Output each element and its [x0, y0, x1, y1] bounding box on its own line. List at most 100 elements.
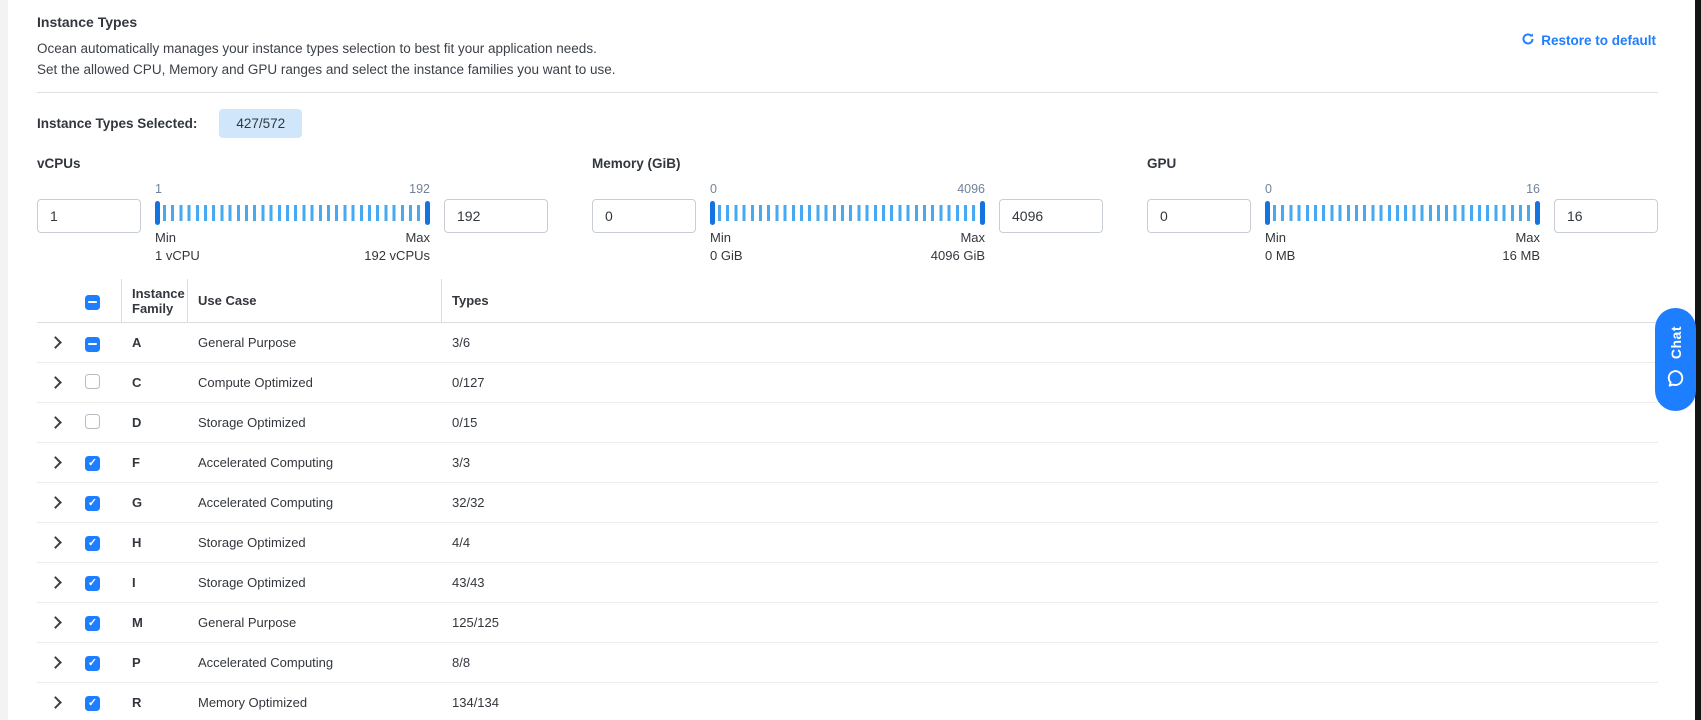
instance-family-value: I: [121, 575, 187, 590]
gpu-max-input[interactable]: [1554, 199, 1658, 233]
memory-min-input[interactable]: [592, 199, 696, 233]
memory-label: Memory (GiB): [592, 156, 1103, 172]
table-row: H Storage Optimized 4/4: [37, 523, 1658, 563]
chevron-right-icon[interactable]: [49, 456, 62, 469]
row-checkbox[interactable]: [85, 696, 100, 711]
gpu-min-input[interactable]: [1147, 199, 1251, 233]
left-edge-strip: [0, 0, 8, 720]
table-row: R Memory Optimized 134/134: [37, 683, 1658, 720]
instance-family-value: F: [121, 455, 187, 470]
row-checkbox[interactable]: [85, 414, 100, 429]
memory-slider-max-handle[interactable]: [980, 201, 985, 225]
memory-scale-min: 0: [710, 182, 717, 201]
vcpus-max-input[interactable]: [444, 199, 548, 233]
row-checkbox[interactable]: [85, 374, 100, 389]
selected-label: Instance Types Selected:: [37, 116, 197, 131]
header-divider: [37, 92, 1658, 93]
types-value: 4/4: [441, 535, 1658, 550]
range-sliders: vCPUs 1 192 Min Max: [37, 156, 1658, 263]
types-value: 8/8: [441, 655, 1658, 670]
column-header-instance-family: Instance Family: [121, 279, 187, 322]
types-value: 43/43: [441, 575, 1658, 590]
memory-range-section: Memory (GiB) 0 4096 Min Max: [592, 156, 1103, 263]
memory-max-caption: Max: [960, 230, 985, 245]
slider-ticks: [718, 205, 977, 221]
row-checkbox[interactable]: [85, 337, 100, 352]
use-case-value: Accelerated Computing: [187, 655, 441, 670]
chevron-right-icon[interactable]: [49, 496, 62, 509]
chevron-right-icon[interactable]: [49, 576, 62, 589]
use-case-value: Memory Optimized: [187, 695, 441, 710]
instance-family-table-body: A General Purpose 3/6 C Compute Optimize…: [37, 323, 1658, 720]
vcpus-slider-min-handle[interactable]: [155, 201, 160, 225]
memory-max-input[interactable]: [999, 199, 1103, 233]
gpu-range-section: GPU 0 16 Min Max: [1147, 156, 1658, 263]
vcpus-scale-min: 1: [155, 182, 162, 201]
vcpus-label: vCPUs: [37, 156, 548, 172]
instance-family-value: R: [121, 695, 187, 710]
chat-button-label: Chat: [1668, 326, 1684, 359]
table-row: G Accelerated Computing 32/32: [37, 483, 1658, 523]
vcpus-min-input[interactable]: [37, 199, 141, 233]
gpu-min-unit: 0 MB: [1265, 248, 1295, 263]
row-checkbox[interactable]: [85, 616, 100, 631]
row-checkbox[interactable]: [85, 456, 100, 471]
memory-scale-max: 4096: [957, 182, 985, 201]
vcpus-slider-max-handle[interactable]: [425, 201, 430, 225]
row-checkbox[interactable]: [85, 536, 100, 551]
select-all-checkbox[interactable]: [85, 295, 100, 310]
gpu-slider[interactable]: [1265, 201, 1540, 225]
gpu-slider-max-handle[interactable]: [1535, 201, 1540, 225]
slider-ticks: [163, 205, 422, 221]
gpu-scale-min: 0: [1265, 182, 1272, 201]
row-checkbox[interactable]: [85, 496, 100, 511]
chevron-right-icon[interactable]: [49, 616, 62, 629]
table-row: I Storage Optimized 43/43: [37, 563, 1658, 603]
slider-ticks: [1273, 205, 1532, 221]
memory-slider[interactable]: [710, 201, 985, 225]
types-value: 32/32: [441, 495, 1658, 510]
column-header-types: Types: [441, 279, 1658, 322]
chevron-right-icon[interactable]: [49, 696, 62, 709]
use-case-value: Accelerated Computing: [187, 495, 441, 510]
use-case-value: Accelerated Computing: [187, 455, 441, 470]
selected-summary: Instance Types Selected: 427/572: [37, 108, 1658, 138]
instance-family-value: C: [121, 375, 187, 390]
description-line-1: Ocean automatically manages your instanc…: [37, 38, 1658, 59]
chevron-right-icon[interactable]: [49, 376, 62, 389]
row-checkbox[interactable]: [85, 656, 100, 671]
memory-min-unit: 0 GiB: [710, 248, 743, 263]
vcpus-min-caption: Min: [155, 230, 176, 245]
chat-button[interactable]: Chat: [1655, 308, 1696, 411]
table-header-row: Instance Family Use Case Types: [37, 279, 1658, 323]
description: Ocean automatically manages your instanc…: [37, 38, 1658, 80]
table-row: C Compute Optimized 0/127: [37, 363, 1658, 403]
vcpus-max-unit: 192 vCPUs: [364, 248, 430, 263]
table-row: P Accelerated Computing 8/8: [37, 643, 1658, 683]
column-header-use-case: Use Case: [187, 279, 441, 322]
gpu-max-caption: Max: [1515, 230, 1540, 245]
use-case-value: Compute Optimized: [187, 375, 441, 390]
vcpus-range-section: vCPUs 1 192 Min Max: [37, 156, 548, 263]
table-row: M General Purpose 125/125: [37, 603, 1658, 643]
chevron-right-icon[interactable]: [49, 536, 62, 549]
row-checkbox[interactable]: [85, 576, 100, 591]
use-case-value: Storage Optimized: [187, 415, 441, 430]
types-value: 0/127: [441, 375, 1658, 390]
chevron-right-icon[interactable]: [49, 336, 62, 349]
types-value: 3/6: [441, 335, 1658, 350]
restore-to-default-label: Restore to default: [1541, 33, 1656, 48]
memory-slider-min-handle[interactable]: [710, 201, 715, 225]
instance-family-value: M: [121, 615, 187, 630]
restore-to-default-button[interactable]: Restore to default: [1521, 32, 1656, 49]
use-case-value: General Purpose: [187, 335, 441, 350]
instance-types-panel: Instance Types Ocean automatically manag…: [0, 0, 1701, 720]
instance-family-value: D: [121, 415, 187, 430]
gpu-slider-min-handle[interactable]: [1265, 201, 1270, 225]
chevron-right-icon[interactable]: [49, 416, 62, 429]
memory-min-caption: Min: [710, 230, 731, 245]
chevron-right-icon[interactable]: [49, 656, 62, 669]
chat-bubble-icon: [1666, 369, 1685, 393]
vcpus-slider[interactable]: [155, 201, 430, 225]
refresh-icon: [1521, 32, 1535, 49]
